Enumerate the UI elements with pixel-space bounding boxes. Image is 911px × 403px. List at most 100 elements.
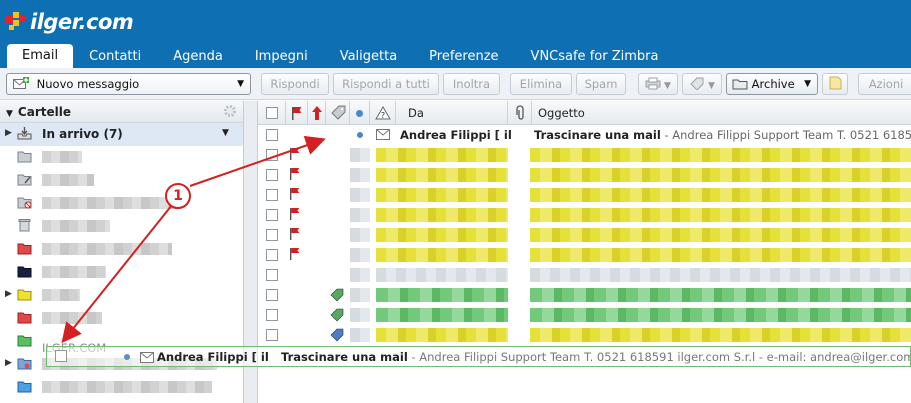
row-checkbox[interactable]	[266, 269, 278, 281]
row-checkbox[interactable]	[266, 309, 278, 321]
blurred-subject	[530, 188, 911, 202]
flag-icon[interactable]	[290, 148, 300, 160]
blurred-status	[350, 248, 370, 262]
blurred-folder-name	[42, 266, 106, 278]
folder-item[interactable]: ▶	[0, 284, 243, 307]
spam-button[interactable]: Spam	[576, 73, 626, 95]
tab-vncsafe[interactable]: VNCsafe for Zimbra	[515, 46, 675, 68]
table-row[interactable]	[258, 145, 911, 165]
flag-icon[interactable]	[290, 168, 300, 180]
from-column[interactable]: Da	[396, 101, 508, 125]
delete-button[interactable]: Elimina	[510, 73, 572, 95]
flag-column[interactable]	[286, 101, 308, 125]
drag-ghost-row: Andrea Filippi [ il Trascinare una mail …	[46, 346, 911, 367]
priority-column[interactable]	[308, 101, 326, 125]
type-column[interactable]: ?	[370, 101, 396, 125]
table-row[interactable]	[258, 325, 911, 345]
inbox-icon	[17, 127, 32, 140]
actions-button[interactable]: Azioni	[858, 73, 911, 95]
new-message-button[interactable]: Nuovo messaggio ▼	[6, 73, 251, 95]
table-row[interactable]	[258, 245, 911, 265]
folder-item[interactable]	[0, 169, 243, 192]
tag-icon[interactable]	[330, 308, 344, 322]
print-button[interactable]: ▼	[638, 73, 678, 95]
folder-item[interactable]	[0, 376, 243, 399]
flag-icon[interactable]	[290, 188, 300, 200]
chevron-down-icon[interactable]: ▼	[222, 128, 229, 138]
subject-column[interactable]: Oggetto	[532, 101, 911, 125]
row-checkbox[interactable]	[266, 189, 278, 201]
row-checkbox[interactable]	[266, 289, 278, 301]
row-checkbox[interactable]	[266, 229, 278, 241]
tab-valigetta[interactable]: Valigetta	[324, 46, 413, 68]
blurred-sender	[376, 268, 508, 282]
tab-impegni[interactable]: Impegni	[239, 46, 324, 68]
expand-arrow-icon[interactable]: ▶	[5, 358, 12, 368]
row-checkbox[interactable]	[266, 149, 278, 161]
folder-item[interactable]	[0, 238, 243, 261]
folder-item[interactable]	[0, 192, 243, 215]
expand-arrow-icon[interactable]: ▶	[5, 128, 12, 138]
row-checkbox[interactable]	[266, 129, 278, 141]
forward-button[interactable]: Inoltra	[443, 73, 500, 95]
chevron-down-icon[interactable]: ▼	[237, 74, 244, 94]
drag-ghost-sender: Andrea Filippi [ il	[157, 350, 269, 364]
folder-inbox[interactable]: ▶ In arrivo (7) ▼	[0, 123, 243, 146]
blocked-folder-icon	[17, 197, 32, 209]
row-checkbox[interactable]	[266, 249, 278, 261]
unread-dot-icon	[357, 132, 363, 138]
inbox-label: In arrivo (7)	[42, 127, 123, 141]
expand-arrow-icon[interactable]: ▶	[5, 289, 12, 299]
row-checkbox[interactable]	[266, 329, 278, 341]
folder-item[interactable]	[0, 215, 243, 238]
row-sender: Andrea Filippi [ il	[400, 128, 512, 142]
blurred-folder-name	[42, 197, 177, 209]
tab-preferenze[interactable]: Preferenze	[413, 46, 514, 68]
table-row[interactable]	[258, 165, 911, 185]
blurred-sender	[376, 328, 508, 342]
gear-icon[interactable]	[223, 104, 237, 118]
folders-title: Cartelle	[17, 105, 71, 119]
attachment-column[interactable]	[508, 101, 532, 125]
row-checkbox[interactable]	[266, 169, 278, 181]
folder-item[interactable]	[0, 307, 243, 330]
tag-icon[interactable]	[330, 328, 344, 342]
tab-email[interactable]: Email	[7, 44, 74, 68]
folder-item[interactable]	[0, 146, 243, 169]
blurred-sender	[376, 168, 508, 182]
table-row[interactable]	[258, 225, 911, 245]
toolbar: Nuovo messaggio ▼ Rispondi Rispondi a tu…	[0, 68, 911, 100]
tag-button[interactable]: ▼	[682, 73, 722, 95]
flag-icon[interactable]	[290, 208, 300, 220]
tab-contatti[interactable]: Contatti	[73, 46, 157, 68]
select-all-checkbox[interactable]	[266, 107, 278, 119]
folder-icon	[17, 335, 32, 347]
tab-agenda[interactable]: Agenda	[157, 46, 239, 68]
reply-button[interactable]: Rispondi	[261, 73, 329, 95]
flag-icon[interactable]	[290, 248, 300, 260]
reply-all-button[interactable]: Rispondi a tutti	[333, 73, 439, 95]
drag-ghost-subject-text: Trascinare una mail	[281, 350, 408, 364]
folder-item[interactable]	[0, 261, 243, 284]
flag-icon[interactable]	[290, 228, 300, 240]
unread-dot-icon	[356, 110, 363, 117]
archive-button[interactable]: Archive ▼	[726, 73, 818, 95]
folder-icon	[17, 289, 32, 301]
row-checkbox[interactable]	[266, 209, 278, 221]
table-row[interactable]: Andrea Filippi [ il Trascinare una mail …	[258, 125, 911, 145]
note-button[interactable]	[822, 73, 848, 95]
select-all-column[interactable]	[258, 101, 286, 125]
tag-column[interactable]	[326, 101, 350, 125]
status-column[interactable]	[350, 101, 370, 125]
tag-icon[interactable]	[330, 288, 344, 302]
table-row[interactable]	[258, 305, 911, 325]
table-row[interactable]	[258, 285, 911, 305]
table-row[interactable]	[258, 185, 911, 205]
table-row[interactable]	[258, 205, 911, 225]
unread-dot-icon	[124, 354, 130, 360]
folder-icon	[17, 266, 32, 278]
blurred-status	[350, 228, 370, 242]
new-message-label: Nuovo messaggio	[36, 77, 140, 91]
blurred-status	[350, 168, 370, 182]
table-row[interactable]	[258, 265, 911, 285]
